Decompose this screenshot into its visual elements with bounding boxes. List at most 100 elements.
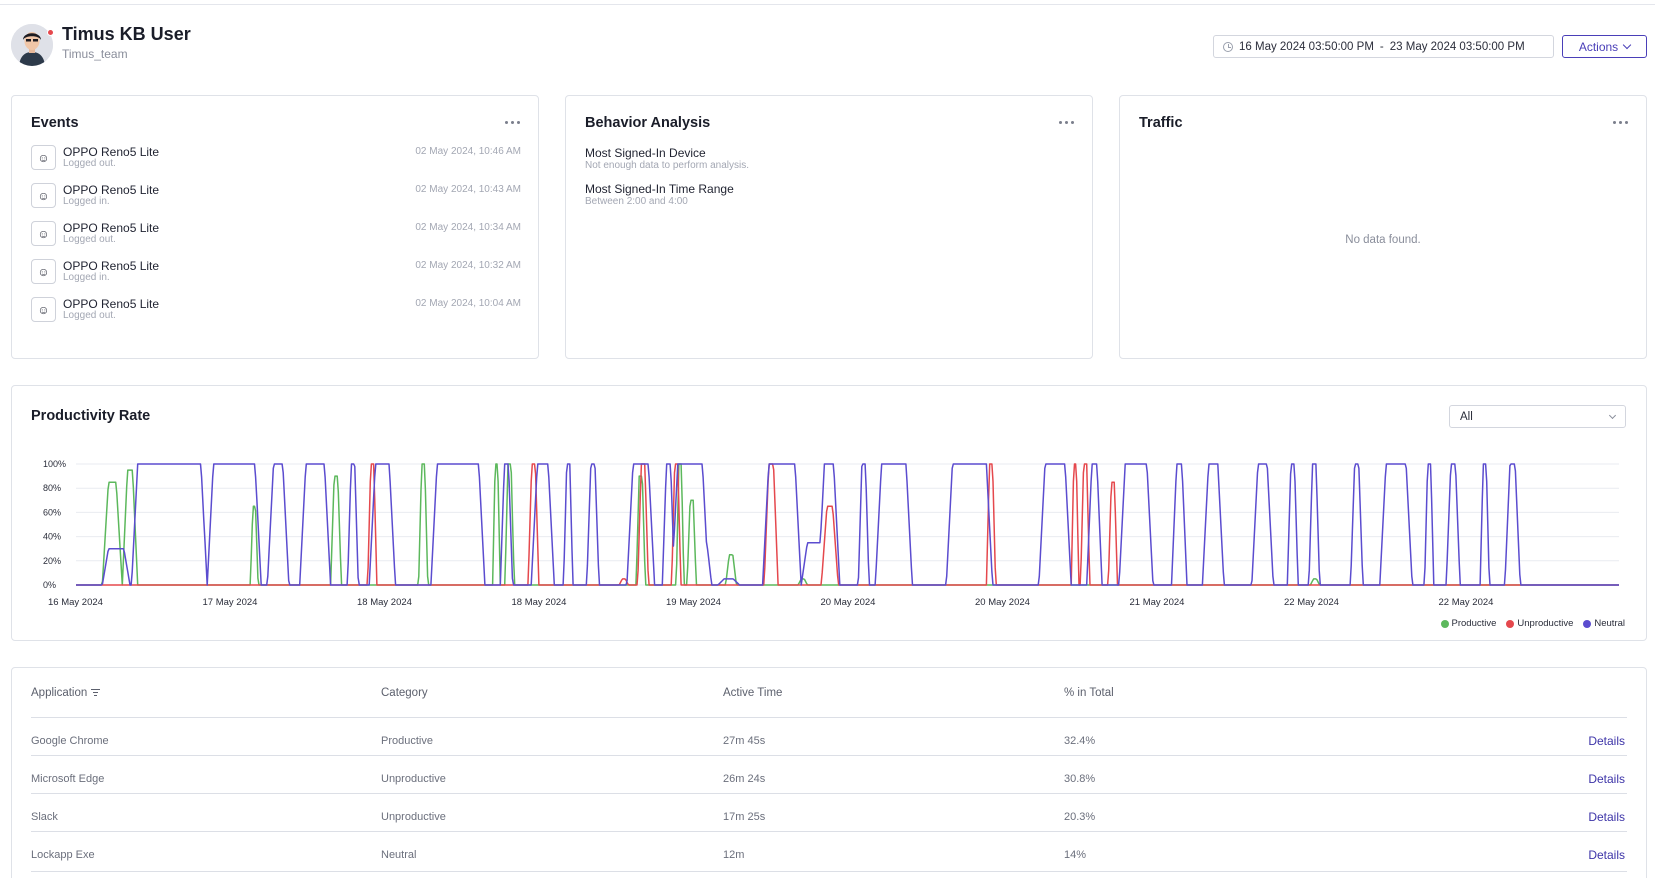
status-dot <box>47 29 54 36</box>
x-tick-label: 22 May 2024 <box>1439 597 1494 608</box>
x-tick-label: 16 May 2024 <box>48 597 103 608</box>
event-status: Logged out. <box>63 234 116 245</box>
cell-percent: 20.3% <box>1064 811 1096 823</box>
series-line-productive[interactable] <box>76 463 1619 586</box>
legend-swatch <box>1583 619 1592 628</box>
events-card: Events ☺ OPPO Reno5 Lite Logged out. 02 May… <box>11 95 539 359</box>
cell-category: Unproductive <box>381 773 446 785</box>
applications-table <box>11 667 1647 878</box>
cell-category: Unproductive <box>381 811 446 823</box>
cell-application: Microsoft Edge <box>31 773 105 785</box>
event-status: Logged in. <box>63 272 110 283</box>
cell-active-time: 17m 25s <box>723 811 766 823</box>
more-options-icon[interactable] <box>1613 121 1628 124</box>
actions-label: Actions <box>1578 39 1619 54</box>
date-range-picker[interactable]: 16 May 2024 03:50:00 PM - 23 May 2024 03… <box>1213 35 1554 58</box>
productivity-title: Productivity Rate <box>31 408 151 424</box>
column-header-percent: % in Total <box>1064 687 1114 699</box>
event-device: OPPO Reno5 Lite <box>63 145 160 159</box>
x-tick-label: 21 May 2024 <box>1130 597 1185 608</box>
event-time: 02 May 2024, 10:34 AM <box>415 222 521 233</box>
event-device: OPPO Reno5 Lite <box>63 259 160 273</box>
event-item: ☺ OPPO Reno5 Lite Logged out. 02 May 2024, … <box>31 145 521 175</box>
behavior-title: Behavior Analysis <box>585 115 711 131</box>
y-tick-label: 60% <box>43 507 61 517</box>
details-link[interactable]: Details <box>1588 734 1625 748</box>
x-tick-label: 20 May 2024 <box>821 597 876 608</box>
event-status: Logged out. <box>63 310 116 321</box>
details-link[interactable]: Details <box>1588 810 1625 824</box>
most-signed-in-device-value: Not enough data to perform analysis. <box>585 160 749 171</box>
details-link[interactable]: Details <box>1588 772 1625 786</box>
chart-legend: Productive Unproductive Neutral <box>1440 618 1625 629</box>
date-from: 16 May 2024 03:50:00 PM <box>1239 40 1374 53</box>
event-time: 02 May 2024, 10:43 AM <box>415 184 521 195</box>
user-name: Timus KB User <box>62 24 191 44</box>
cell-active-time: 12m <box>723 849 745 861</box>
x-tick-label: 20 May 2024 <box>975 597 1030 608</box>
most-signed-in-time-value: Between 2:00 and 4:00 <box>585 196 688 207</box>
y-tick-label: 80% <box>43 483 61 493</box>
date-to: 23 May 2024 03:50:00 PM <box>1389 40 1525 53</box>
cell-category: Productive <box>381 735 433 747</box>
x-tick-label: 17 May 2024 <box>203 597 258 608</box>
legend-label: Productive <box>1451 618 1497 629</box>
y-tick-label: 0% <box>43 580 56 590</box>
y-tick-label: 40% <box>43 532 61 542</box>
series-line-neutral[interactable] <box>76 463 1619 586</box>
cell-percent: 32.4% <box>1064 735 1096 747</box>
user-icon: ☺ <box>31 183 56 208</box>
legend-label: Unproductive <box>1517 618 1574 629</box>
event-item: ☺ OPPO Reno5 Lite Logged out. 02 May 2024, … <box>31 297 521 327</box>
filter-icon[interactable] <box>91 689 101 697</box>
cell-active-time: 27m 45s <box>723 735 766 747</box>
details-link[interactable]: Details <box>1588 848 1625 862</box>
row-divider <box>31 717 1627 718</box>
cell-percent: 14% <box>1064 849 1087 861</box>
column-header-category: Category <box>381 687 428 699</box>
most-signed-in-time-label: Most Signed-In Time Range <box>585 182 734 196</box>
chevron-down-icon <box>1608 411 1617 420</box>
row-divider <box>31 755 1627 756</box>
chevron-down-icon <box>1622 40 1632 50</box>
row-divider <box>31 831 1627 832</box>
event-time: 02 May 2024, 10:32 AM <box>415 260 521 271</box>
x-tick-label: 18 May 2024 <box>357 597 412 608</box>
column-header-active-time: Active Time <box>723 687 783 699</box>
top-divider <box>0 4 1655 5</box>
traffic-card: Traffic No data found. <box>1119 95 1647 359</box>
user-icon: ☺ <box>31 297 56 322</box>
date-separator: - <box>1379 40 1384 53</box>
event-time: 02 May 2024, 10:46 AM <box>415 146 521 157</box>
column-header-application[interactable]: Application <box>31 687 101 699</box>
event-item: ☺ OPPO Reno5 Lite Logged in. 02 May 2024, 1… <box>31 259 521 289</box>
productivity-filter-select[interactable]: All <box>1449 405 1626 428</box>
x-tick-label: 18 May 2024 <box>512 597 567 608</box>
row-divider <box>31 793 1627 794</box>
cell-active-time: 26m 24s <box>723 773 766 785</box>
cell-category: Neutral <box>381 849 417 861</box>
cell-application: Google Chrome <box>31 735 109 747</box>
legend-label: Neutral <box>1594 618 1625 629</box>
user-icon: ☺ <box>31 145 56 170</box>
productivity-chart: 0% 20% 40% 60% 80% 100% 16 May 2024 17 May 2024… <box>43 459 1619 608</box>
cell-percent: 30.8% <box>1064 773 1096 785</box>
legend-item[interactable]: Productive <box>1440 618 1497 629</box>
event-device: OPPO Reno5 Lite <box>63 297 160 311</box>
row-divider <box>31 871 1627 872</box>
user-team: Timus_team <box>62 47 128 61</box>
more-options-icon[interactable] <box>1059 121 1074 124</box>
user-icon: ☺ <box>31 221 56 246</box>
clock-icon <box>1223 41 1233 52</box>
cell-application: Slack <box>31 811 58 823</box>
more-options-icon[interactable] <box>505 121 520 124</box>
series-line-unproductive[interactable] <box>76 463 1619 586</box>
event-status: Logged in. <box>63 196 110 207</box>
legend-item[interactable]: Neutral <box>1583 618 1625 629</box>
events-title: Events <box>31 115 79 131</box>
user-icon: ☺ <box>31 259 56 284</box>
legend-item[interactable]: Unproductive <box>1506 618 1573 629</box>
actions-button[interactable]: Actions <box>1562 35 1647 58</box>
behavior-card: Behavior Analysis Most Signed-In Device … <box>565 95 1093 359</box>
no-data-text: No data found. <box>1345 234 1421 246</box>
